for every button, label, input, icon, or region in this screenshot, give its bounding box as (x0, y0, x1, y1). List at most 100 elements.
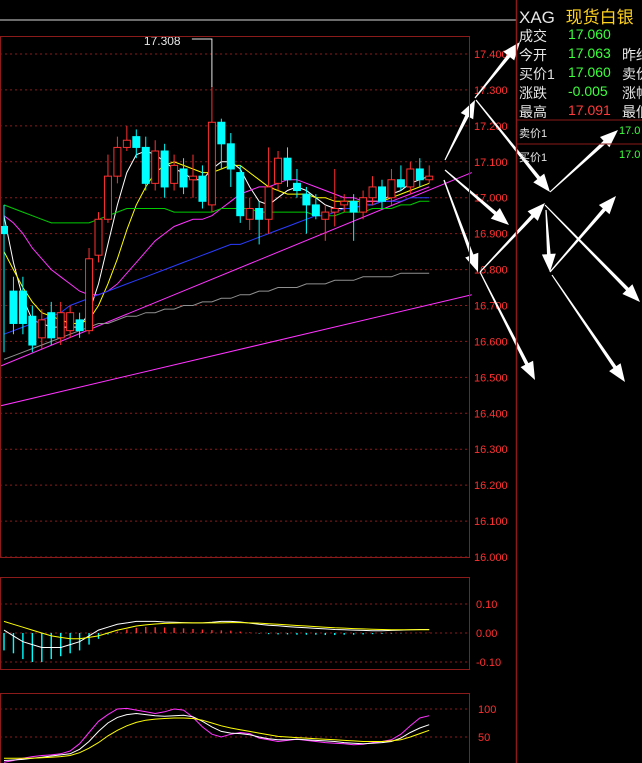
candle-body (85, 258, 94, 332)
candle (387, 168, 396, 205)
trendlines (0, 172, 472, 407)
candle (113, 136, 122, 184)
macd-frame (0, 577, 470, 670)
kdj-tick-label: 50 (478, 732, 490, 744)
candle-body (103, 175, 112, 220)
quote-row-high: 最高 17.091 最低 (519, 102, 642, 122)
candle-body (113, 146, 122, 177)
price-axis: 17.40017.30017.20017.10017.00016.90016.8… (474, 49, 508, 564)
macd-tick-label: 0.10 (476, 599, 497, 611)
candle-body (75, 319, 84, 332)
candle-body (255, 207, 264, 220)
price-tick-label: 16.100 (474, 516, 508, 528)
book-value: 17.0 (619, 149, 641, 161)
quote-value: 17.060 (568, 26, 611, 42)
candle (264, 147, 273, 234)
candle (368, 176, 377, 205)
candle (207, 86, 216, 213)
candle-body (274, 157, 283, 184)
quote-value: -0.005 (568, 83, 608, 99)
candle-body (321, 211, 330, 220)
price-tick-label: 16.400 (474, 408, 508, 420)
candle (245, 197, 254, 231)
price-tick-label: 17.400 (474, 49, 508, 61)
price-tick-label: 16.000 (474, 552, 508, 564)
instrument-name: 现货白银 (565, 8, 634, 27)
quote-row-open: 今开 17.063 昨结 (519, 45, 642, 65)
candle (122, 125, 131, 152)
price-tick-label: 16.900 (474, 229, 508, 241)
arrow (444, 100, 475, 161)
trendline (0, 294, 472, 407)
candle-body (368, 186, 377, 199)
candle-body (122, 139, 131, 148)
quote-label: 买价1 (519, 66, 555, 82)
candle-body (160, 150, 169, 188)
book-row-ask: 卖价1 17.0 (519, 125, 640, 141)
quote-value: 17.060 (568, 64, 611, 80)
candle (0, 204, 8, 353)
quote-tail-label: 昨结 (622, 47, 642, 63)
candle-body (387, 179, 396, 199)
candle-body (94, 218, 103, 256)
macd-tick-label: 0.00 (476, 628, 497, 640)
candle (141, 136, 150, 191)
quote-label: 最高 (519, 104, 547, 120)
price-tick-label: 17.300 (474, 85, 508, 97)
candle-body (132, 136, 141, 148)
candle (94, 212, 103, 263)
candle-body (415, 168, 424, 181)
candle-body (18, 290, 27, 324)
candle-body (359, 197, 368, 213)
candle-body (141, 146, 150, 184)
candle (330, 168, 339, 227)
candle (28, 305, 37, 353)
candle-body (349, 200, 358, 213)
candle (415, 158, 424, 187)
book-row-bid: 买价1 17.0 (519, 149, 640, 165)
candle (396, 165, 405, 191)
book-label: 买价1 (519, 152, 548, 164)
ma-line (3, 150, 430, 328)
candle (359, 190, 368, 220)
instrument-code: XAG (519, 8, 555, 27)
candle-body (9, 290, 18, 324)
candle-body (179, 168, 188, 188)
candle (378, 179, 386, 209)
candle-body (226, 143, 235, 170)
candle-body (198, 175, 207, 202)
candle (37, 309, 46, 349)
candle (170, 154, 179, 191)
price-annotation: 17.308 (144, 34, 213, 88)
price-tick-label: 16.600 (474, 336, 508, 348)
candle-body (189, 175, 197, 181)
candle-body (56, 312, 65, 339)
kdj-panel: 100 50 (0, 704, 496, 763)
candle (189, 154, 197, 198)
candle-body (245, 207, 254, 220)
price-tick-label: 16.800 (474, 265, 508, 277)
price-tick-label: 16.200 (474, 480, 508, 492)
price-tick-label: 17.200 (474, 121, 508, 133)
candle-body (207, 121, 216, 206)
quote-label: 涨跌 (519, 85, 547, 101)
kdj-tick-label: 100 (478, 704, 496, 716)
candle-body (47, 312, 56, 339)
quote-row-change: 涨跌 -0.005 涨幅 (519, 83, 642, 103)
candle-body (396, 179, 405, 188)
candle-body (283, 157, 292, 181)
candle (160, 143, 169, 198)
quote-value: 17.091 (568, 102, 611, 118)
quote-row-last: 成交 17.060 (519, 26, 611, 46)
candle-body (151, 150, 160, 184)
quote-tail-label: 卖价 (622, 66, 642, 82)
candle-body (378, 186, 386, 202)
candle-body (0, 225, 8, 235)
candle-body (217, 121, 226, 145)
candle (103, 154, 112, 223)
candle-body (292, 182, 301, 192)
quote-tail-label: 最低 (622, 104, 642, 120)
price-tick-label: 16.700 (474, 301, 508, 313)
price-tick-label: 16.500 (474, 372, 508, 384)
candle (9, 276, 18, 335)
